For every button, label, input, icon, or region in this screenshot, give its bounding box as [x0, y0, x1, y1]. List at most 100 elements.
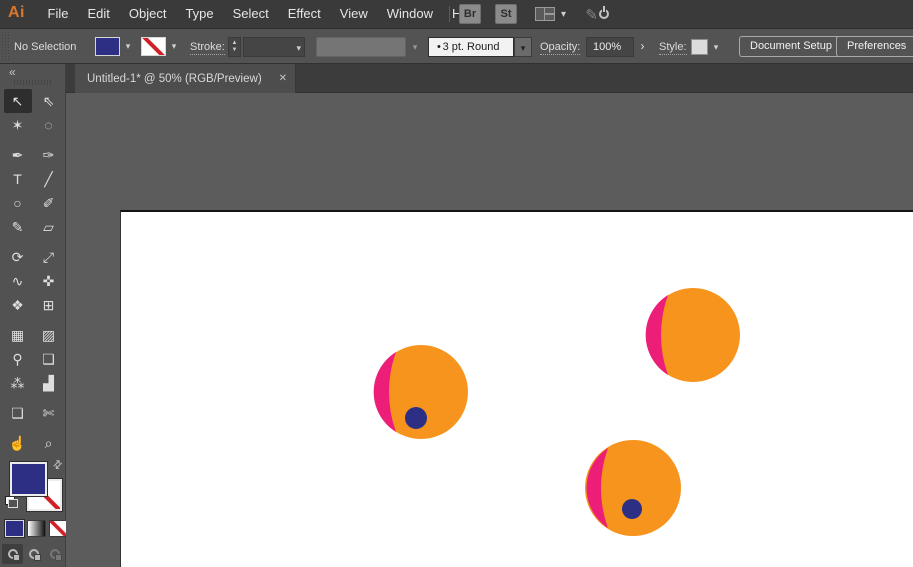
style-chevron-icon[interactable]: ▾ [709, 38, 723, 57]
stroke-color-chevron-icon[interactable]: ▾ [167, 37, 181, 56]
menu-effect[interactable]: Effect [278, 0, 330, 28]
default-fill-stroke-icon[interactable] [5, 496, 18, 508]
pencil-tool-icon: ✎ [11, 219, 24, 235]
stepper-down-icon[interactable]: ▼ [232, 47, 238, 54]
canvas[interactable] [66, 93, 913, 567]
tool-row: T ╱ [2, 167, 64, 191]
variable-width-profile-dropdown[interactable] [316, 37, 406, 57]
draw-inside-button[interactable] [44, 544, 65, 564]
ball-shape[interactable] [373, 345, 468, 439]
scale-tool[interactable]: ⤢ [35, 245, 63, 269]
control-bar-grip[interactable] [1, 31, 9, 61]
document-tab[interactable]: Untitled-1* @ 50% (RGB/Preview) ✕ [75, 64, 296, 93]
menu-select[interactable]: Select [223, 0, 278, 28]
selection-tool[interactable]: ↖ [3, 89, 32, 113]
control-bar: No Selection ▾ ▾ Stroke: ▲ ▼ ▾ ▾ • 3 pt.… [0, 28, 913, 64]
stroke-label[interactable]: Stroke: [190, 41, 225, 55]
puppet-warp-tool[interactable]: ✜ [35, 269, 63, 293]
tools-panel-grip[interactable] [14, 80, 52, 85]
draw-behind-button[interactable] [23, 544, 44, 564]
direct-selection-tool[interactable]: ⇖ [35, 89, 63, 113]
opacity-input[interactable]: 100% [586, 37, 634, 57]
gradient-mode-button[interactable] [27, 520, 46, 537]
draw-normal-button[interactable] [2, 544, 23, 564]
paintbrush-tool-icon: ✐ [42, 195, 55, 211]
workspace-switcher-icon[interactable] [535, 7, 555, 21]
menu-edit[interactable]: Edit [78, 0, 119, 28]
app-logo[interactable]: Ai [8, 4, 25, 22]
gpu-performance-icon[interactable]: ✐ [581, 4, 610, 24]
column-graph-tool[interactable]: ▟ [35, 371, 63, 395]
document-tab-title: Untitled-1* @ 50% (RGB/Preview) [87, 72, 262, 85]
opacity-flyout-icon[interactable]: › [635, 37, 650, 57]
menu-view[interactable]: View [330, 0, 377, 28]
magic-wand-tool[interactable]: ✶ [4, 113, 32, 137]
stroke-color-swatch[interactable] [141, 37, 166, 56]
eyedropper-tool[interactable]: ⚲ [4, 347, 32, 371]
zoom-tool[interactable]: ⌕ [35, 431, 63, 455]
close-tab-icon[interactable]: ✕ [271, 73, 287, 84]
collapse-panel-icon[interactable]: « [9, 65, 16, 79]
blend-tool[interactable]: ❑ [35, 347, 63, 371]
type-tool-icon: T [13, 171, 22, 187]
brush-definition-dropdown[interactable]: • 3 pt. Round [428, 37, 514, 57]
menu-items: File Edit Object Type Select Effect View Window… [38, 0, 488, 28]
scale-tool-icon: ⤢ [42, 249, 55, 265]
stroke-width-stepper[interactable]: ▲ ▼ [228, 37, 241, 57]
slice-tool[interactable]: ✄ [35, 401, 63, 425]
fill-proxy-swatch[interactable] [9, 461, 48, 497]
column-graph-tool-icon: ▟ [43, 375, 54, 391]
menu-window[interactable]: Window [377, 0, 442, 28]
opacity-label[interactable]: Opacity: [540, 41, 581, 55]
ellipse-tool[interactable]: ○ [4, 191, 32, 215]
pen-tool-icon: ✒ [11, 147, 24, 163]
lasso-tool[interactable]: ◌ [35, 113, 63, 137]
width-tool[interactable]: ∿ [4, 269, 32, 293]
symbol-sprayer-tool[interactable]: ⁂ [4, 371, 32, 395]
stroke-width-dropdown[interactable]: ▾ [243, 37, 305, 57]
perspective-grid-tool[interactable]: ⊞ [35, 293, 63, 317]
pencil-tool[interactable]: ✎ [4, 215, 32, 239]
draw-behind-icon [28, 549, 41, 561]
graphic-style-swatch[interactable] [691, 39, 708, 55]
menu-file[interactable]: File [38, 0, 78, 28]
tools-grid: ↖ ⇖ ✶ ◌ ✒ ✑ T ╱ ○ ✐ ✎ ▱ ⟳ ⤢ ∿ ✜ ❖ ⊞ ▦ ▨ ⚲ ❑ ⁂ ▟ ❏ ✄ ☝ ⌕ [2, 89, 64, 455]
mesh-tool[interactable]: ▦ [4, 323, 32, 347]
adobe-stock-button[interactable]: St [495, 4, 517, 24]
paintbrush-tool[interactable]: ✐ [35, 191, 63, 215]
curvature-tool[interactable]: ✑ [35, 143, 63, 167]
preferences-button[interactable]: Preferences [836, 36, 913, 57]
chevron-down-icon[interactable]: ▾ [561, 9, 566, 20]
menu-object[interactable]: Object [119, 0, 176, 28]
swap-fill-stroke-icon[interactable]: ⇄ [50, 457, 65, 472]
rotate-tool-icon: ⟳ [11, 249, 24, 265]
document-setup-button[interactable]: Document Setup [739, 36, 843, 57]
fill-color-chevron-icon[interactable]: ▾ [121, 37, 135, 56]
shape-builder-tool[interactable]: ❖ [4, 293, 32, 317]
style-label[interactable]: Style: [659, 41, 687, 55]
bridge-button[interactable]: Br [459, 4, 481, 24]
line-segment-tool[interactable]: ╱ [35, 167, 63, 191]
color-mode-button[interactable] [4, 519, 25, 538]
rotate-tool[interactable]: ⟳ [4, 245, 32, 269]
ball-shape[interactable] [645, 288, 740, 382]
width-profile-chevron-icon: ▾ [412, 42, 418, 52]
artboard-tool[interactable]: ❏ [4, 401, 32, 425]
pen-tool[interactable]: ✒ [4, 143, 32, 167]
stepper-up-icon[interactable]: ▲ [232, 40, 238, 47]
direct-selection-tool-icon: ⇖ [42, 93, 55, 109]
gradient-tool[interactable]: ▨ [35, 323, 63, 347]
type-tool[interactable]: T [4, 167, 32, 191]
artwork-svg [373, 288, 740, 536]
ball-navy-dot [622, 499, 642, 519]
artboard[interactable] [120, 210, 913, 567]
ball-shape[interactable] [585, 440, 681, 536]
drawing-mode-buttons [2, 544, 65, 564]
puppet-warp-tool-icon: ✜ [42, 273, 55, 289]
hand-tool[interactable]: ☝ [4, 431, 32, 455]
lasso-tool-icon: ◌ [44, 117, 53, 133]
brush-definition-chevron-icon[interactable]: ▾ [514, 37, 532, 57]
menu-type[interactable]: Type [176, 0, 223, 28]
eraser-tool[interactable]: ▱ [35, 215, 63, 239]
fill-color-swatch[interactable] [95, 37, 120, 56]
